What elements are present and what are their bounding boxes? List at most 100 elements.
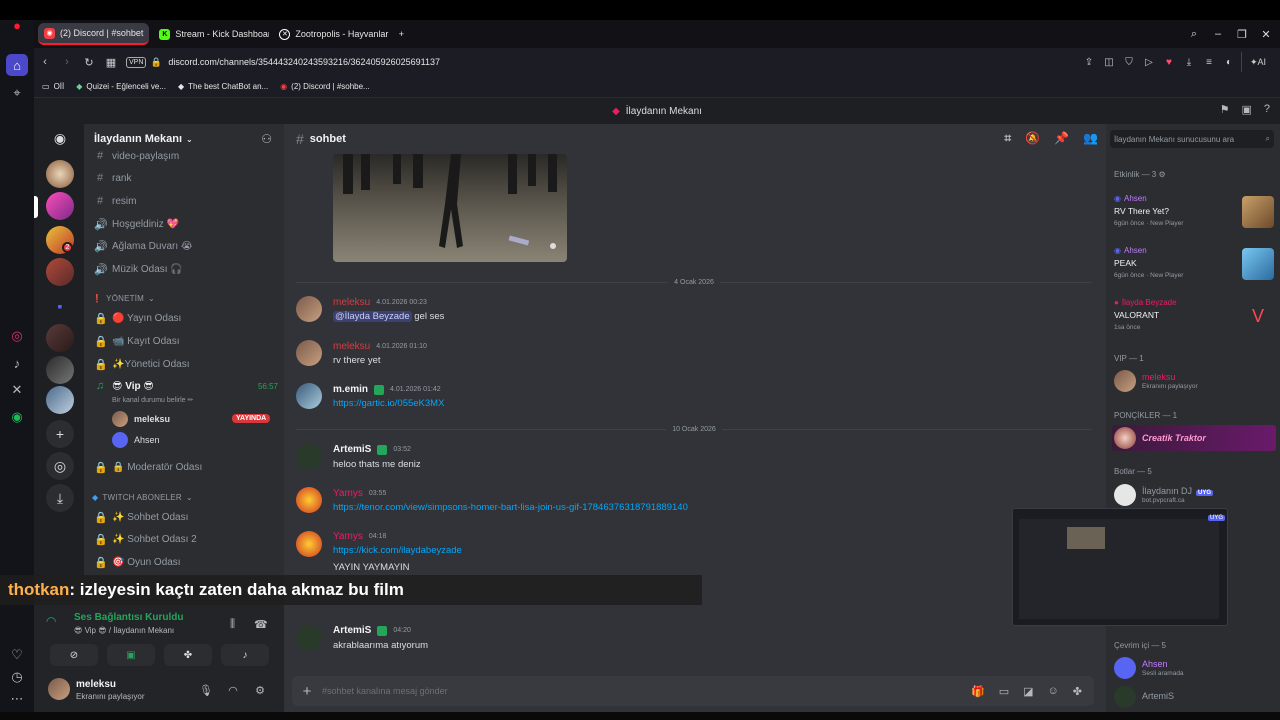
member-item[interactable]: Creatik Traktor xyxy=(1112,425,1276,451)
member-item[interactable]: meleksu Ekranını paylaşıyor xyxy=(1112,368,1276,394)
folder-icon[interactable]: ▪ xyxy=(46,292,74,320)
channel-item[interactable]: 🔒 🔴 Yayın Odası xyxy=(94,308,278,328)
microphone-icon[interactable]: 🎙 xyxy=(198,682,214,698)
minimize-button[interactable]: – xyxy=(1206,20,1230,48)
author-name[interactable]: ArtemiS xyxy=(333,444,371,455)
extension-icon[interactable]: ◐ xyxy=(1221,52,1237,72)
menu-icon[interactable]: ≡ xyxy=(1201,52,1217,72)
settings-gear-icon[interactable]: ⚙ xyxy=(252,682,268,698)
avatar[interactable] xyxy=(296,383,322,409)
tiktok-icon[interactable]: ♪ xyxy=(6,352,28,374)
download-icon[interactable]: ⤓ xyxy=(1181,52,1197,72)
maximize-button[interactable]: ❐ xyxy=(1230,20,1254,48)
pin-icon[interactable]: ⌖ xyxy=(6,82,28,104)
author-name[interactable]: meleksu xyxy=(333,341,370,352)
channel-item[interactable]: # video-paylaşım xyxy=(94,146,278,166)
vpn-badge[interactable]: VPN xyxy=(126,56,147,68)
tab-zootropolis[interactable]: ✕ Zootropolis - Hayvanlar Şe xyxy=(273,23,389,45)
category-management[interactable]: ❗ YÖNETİM ⌄ xyxy=(92,294,155,303)
opera-logo-icon[interactable]: ● xyxy=(6,14,28,36)
avatar[interactable] xyxy=(48,678,70,700)
avatar[interactable] xyxy=(296,487,322,513)
gift-icon[interactable]: 🎁 xyxy=(971,685,985,698)
voice-user-ahsen[interactable]: Ahsen xyxy=(112,430,160,450)
instagram-icon[interactable]: ◎ xyxy=(6,325,28,347)
activity-card[interactable]: ◉ Ahsen RV There Yet? 6gün önce · New Pla… xyxy=(1110,192,1276,238)
notification-bell-icon[interactable]: 🔕 xyxy=(1025,131,1040,146)
camera-off-button[interactable]: ⊘ xyxy=(50,644,98,666)
channel-item[interactable]: 🔒 ✨ Sohbet Odası 2 xyxy=(94,529,278,549)
avatar[interactable] xyxy=(296,340,322,366)
server-avatar[interactable] xyxy=(46,258,74,286)
author-name[interactable]: m.emin xyxy=(333,384,368,395)
member-item[interactable]: İlaydanın DJ UYG bot.pvpcraft.ca xyxy=(1112,482,1276,508)
voice-channel-vip[interactable]: ♫ 😎 Vip 😎 56:57 xyxy=(94,376,278,396)
inbox-icon[interactable]: ▣ xyxy=(1241,103,1251,116)
channel-item[interactable]: # rank xyxy=(94,168,278,188)
gif-icon[interactable]: ▭ xyxy=(999,685,1009,698)
help-icon[interactable]: ? xyxy=(1264,103,1270,116)
history-icon[interactable]: ◷ xyxy=(6,666,28,688)
message-link[interactable]: https://gartic.io/055eK3MX xyxy=(333,398,444,409)
discord-home-icon[interactable]: ◉ xyxy=(46,124,74,152)
avatar[interactable] xyxy=(296,444,322,470)
tab-kick[interactable]: K Stream - Kick Dashboard xyxy=(153,23,269,45)
soundboard-button[interactable]: ♪ xyxy=(221,644,269,666)
emoji-icon[interactable]: ☺ xyxy=(1048,685,1059,698)
channel-item[interactable]: 🔒 🎯 Oyun Odası xyxy=(94,552,278,572)
author-name[interactable]: Yamys xyxy=(333,488,363,499)
channel-item[interactable]: 🔊 Müzik Odası 🎧 xyxy=(94,259,278,279)
voice-user-meleksu[interactable]: meleksu xyxy=(112,409,170,429)
server-avatar[interactable] xyxy=(46,192,74,220)
server-avatar[interactable] xyxy=(46,324,74,352)
activity-card[interactable]: ◉ Ahsen PEAK 6gün önce · New Player xyxy=(1110,244,1276,290)
search-tabs-icon[interactable]: ⌕ xyxy=(1182,20,1206,48)
heart-icon[interactable]: ♥ xyxy=(1161,52,1177,72)
aria-ai-button[interactable]: ✦ AI xyxy=(1246,52,1270,72)
user-mention[interactable]: @İlayda Beyzade xyxy=(333,311,412,322)
channel-item[interactable]: 🔒 🔒 Moderatör Odası xyxy=(94,457,278,477)
inbox-flag-icon[interactable]: ⚑ xyxy=(1220,103,1230,116)
url-field[interactable]: discord.com/channels/354443240243593216/… xyxy=(168,57,440,67)
channel-item[interactable]: # resim xyxy=(94,191,278,211)
disconnect-icon[interactable]: ☎ xyxy=(254,618,268,631)
x-icon[interactable]: ✕ xyxy=(6,379,28,401)
more-icon[interactable]: ⋯ xyxy=(6,688,28,710)
home-icon[interactable]: ⌂ xyxy=(6,54,28,76)
search-input[interactable]: İlaydanın Mekanı sunucusunu ara ⌕ xyxy=(1110,130,1274,148)
screen-share-button[interactable]: ▣ xyxy=(107,644,155,666)
activity-card[interactable]: ● İlayda Beyzade VALORANT 1sa önce V xyxy=(1110,296,1276,342)
speed-dial-button[interactable]: ▦ xyxy=(100,51,122,73)
tab-discord[interactable]: ◉ (2) Discord | #sohbet xyxy=(38,23,150,45)
download-apps-icon[interactable]: ⤓ xyxy=(46,484,74,512)
avatar[interactable] xyxy=(296,625,322,651)
bookmark-item[interactable]: ◆ Quizei - Eğlenceli ve... xyxy=(76,82,166,91)
shield-icon[interactable]: ⛉ xyxy=(1121,52,1137,72)
channel-item[interactable]: 🔒 📹 Kayıt Odası xyxy=(94,331,278,351)
sticker-icon[interactable]: ◪ xyxy=(1023,685,1033,698)
author-name[interactable]: Yamys xyxy=(333,531,363,542)
category-twitch[interactable]: ◆ TWITCH ABONELER ⌄ xyxy=(92,493,193,502)
bookmark-item[interactable]: ▭ Oİİ xyxy=(42,82,64,91)
member-item[interactable]: ArtemiS xyxy=(1112,684,1276,710)
bookmark-item[interactable]: ◉ (2) Discord | #sohbe... xyxy=(280,82,370,91)
pinned-icon[interactable]: 📌 xyxy=(1054,131,1069,146)
screen-share-preview[interactable]: UYG xyxy=(1012,508,1228,626)
channel-status[interactable]: Bir kanal durumu belirle ✏ xyxy=(112,396,193,404)
noise-suppression-icon[interactable]: ⫼ xyxy=(230,618,235,631)
headphones-icon[interactable]: ◠ xyxy=(225,682,241,698)
signal-icon[interactable]: ◠ xyxy=(46,614,64,632)
close-window-button[interactable]: ✕ xyxy=(1254,20,1278,48)
voice-channel-link[interactable]: 😎 Vip 😎 / İlaydanın Mekanı xyxy=(74,626,174,635)
channel-item[interactable]: 🔒 ✨ Sohbet Odası xyxy=(94,507,278,527)
snapshot-icon[interactable]: ◫ xyxy=(1101,52,1117,72)
avatar[interactable] xyxy=(296,296,322,322)
author-name[interactable]: meleksu xyxy=(333,297,370,308)
server-avatar[interactable] xyxy=(46,386,74,414)
share-icon[interactable]: ⇪ xyxy=(1081,52,1097,72)
bookmark-item[interactable]: ◆ The best ChatBot an... xyxy=(178,82,268,91)
member-list-icon[interactable]: 👥 xyxy=(1083,131,1098,146)
message-input[interactable] xyxy=(322,686,972,696)
heart-icon[interactable]: ♡ xyxy=(6,644,28,666)
member-item[interactable]: Ahsen Sesli aramada xyxy=(1112,655,1276,681)
